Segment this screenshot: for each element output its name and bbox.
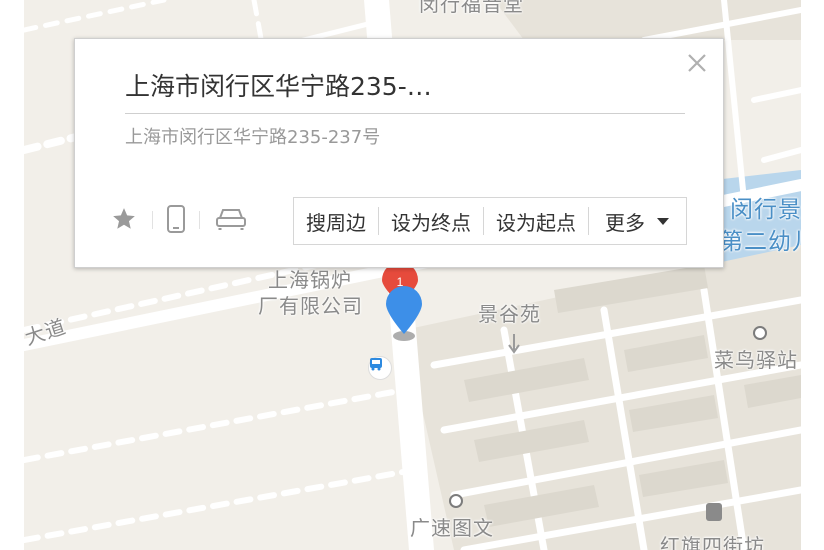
place-info-popup: 上海市闵行区华宁路235-… 上海市闵行区华宁路235-237号 搜周边 设为终… [74,38,724,268]
search-nearby-button[interactable]: 搜周边 [294,198,378,244]
print-shop-poi-icon[interactable] [449,494,463,508]
map-label-station: 菜鸟驿站 [714,348,798,372]
map-label-company: 上海锅炉 [268,268,352,292]
bus-stop-icon[interactable] [368,356,392,380]
map-label-poi-bottom: 广速图文 [410,516,494,540]
selected-location-marker[interactable] [384,284,424,344]
map-label-company-line2: 厂有限公司 [258,294,363,318]
map-label-school: 闵行景 [730,197,801,223]
icon-divider [199,211,200,229]
station-poi-icon[interactable] [753,326,767,340]
place-title: 上海市闵行区华宁路235-… [125,67,685,114]
entrance-arrow-icon [508,334,520,354]
map-label-street: 红旗四街坊 [660,534,765,550]
map-label-school-line2: 第二幼儿 [720,229,801,255]
place-address: 上海市闵行区华宁路235-237号 [125,127,381,148]
map-label-top: 闵行福音堂 [419,0,524,16]
set-end-button[interactable]: 设为终点 [379,198,483,244]
phone-icon[interactable] [163,205,189,233]
more-dropdown-button[interactable]: 更多 [589,198,685,244]
map-label-district: 景谷苑 [478,302,541,326]
street-poi-icon[interactable] [706,503,722,521]
star-icon[interactable] [109,205,139,233]
popup-action-bar: 搜周边 设为终点 设为起点 更多 [293,197,687,245]
close-icon[interactable] [683,49,711,77]
chevron-down-icon [657,217,669,225]
set-start-button[interactable]: 设为起点 [484,198,588,244]
icon-divider [152,211,153,229]
more-label: 更多 [605,210,645,235]
car-icon[interactable] [213,205,249,233]
